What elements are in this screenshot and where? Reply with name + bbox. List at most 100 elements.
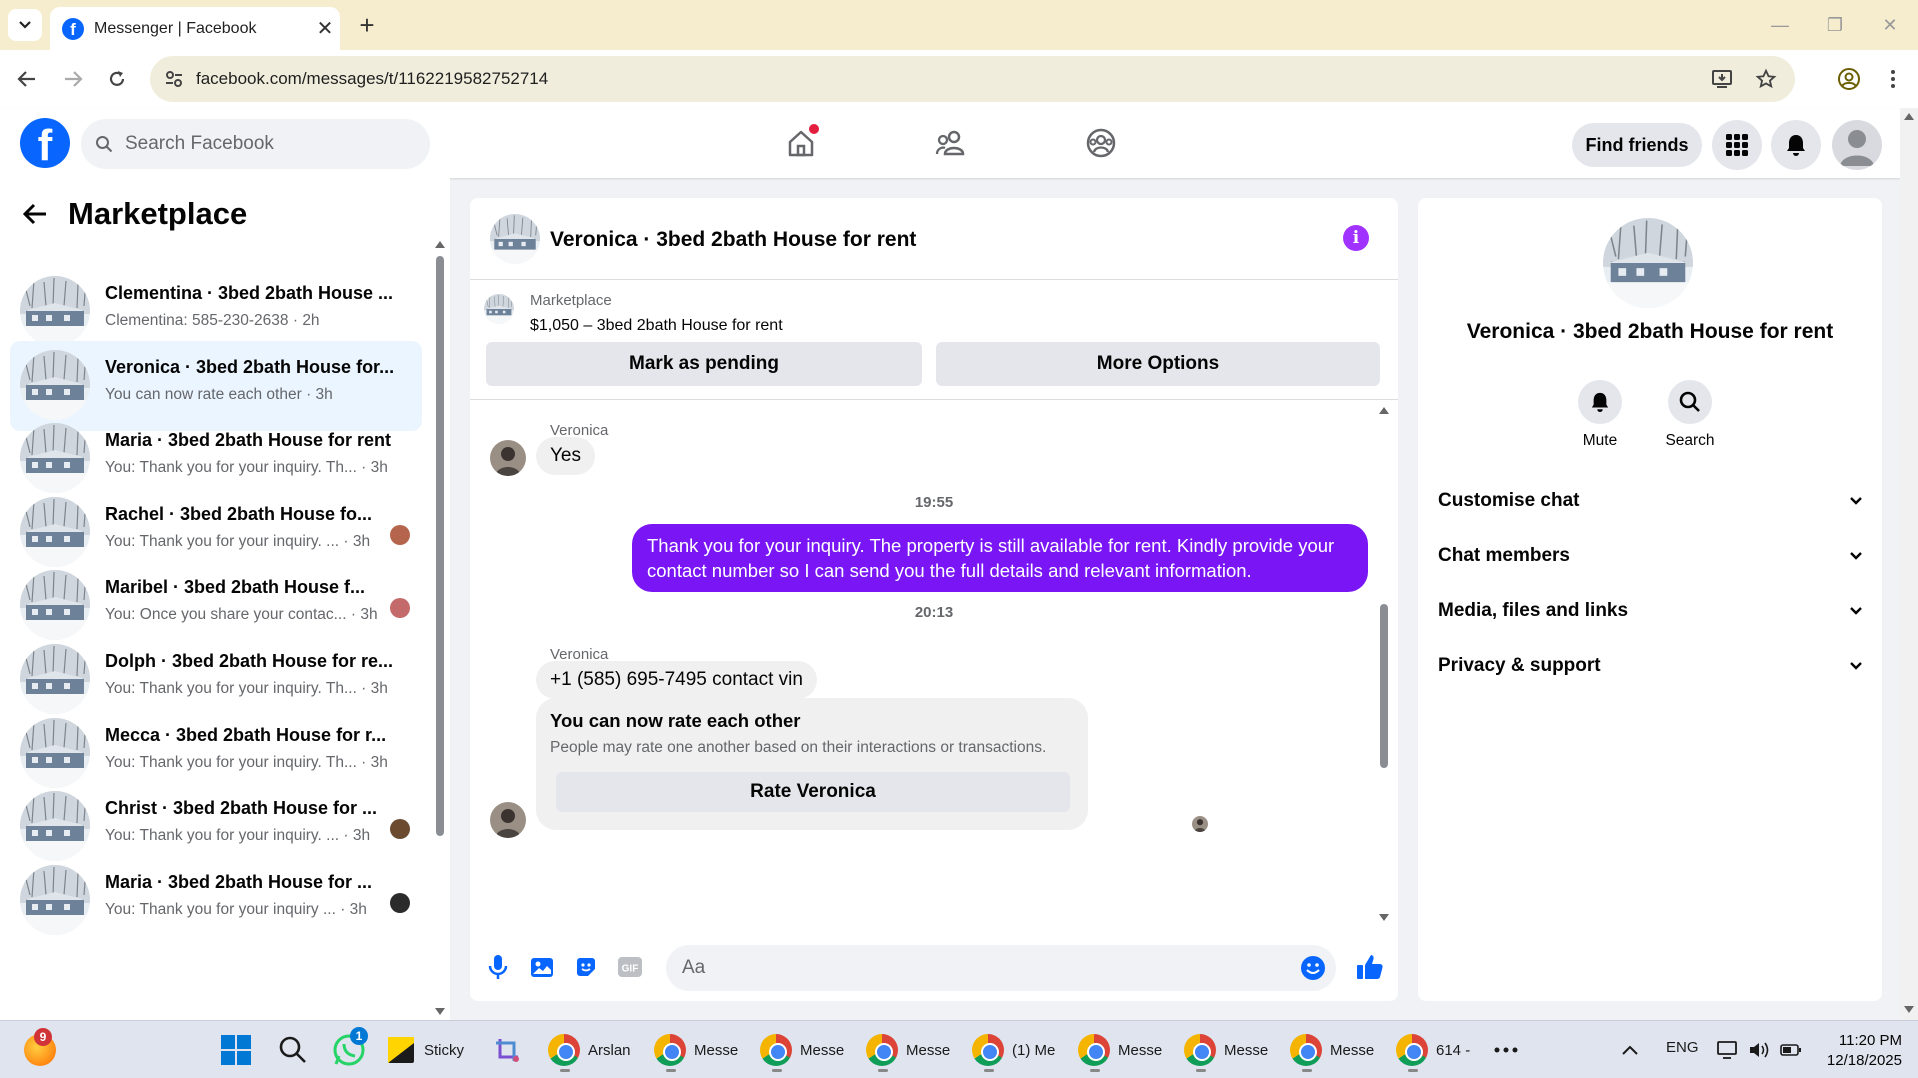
system-tray-icons[interactable] bbox=[1716, 1030, 1802, 1070]
menu-grid-button[interactable] bbox=[1712, 120, 1762, 170]
taskbar-chrome-arslan[interactable]: Arslan bbox=[548, 1030, 631, 1072]
conversation-preview: You: Thank you for your inquiry ... · 3h bbox=[105, 900, 367, 918]
taskbar-overflow-button[interactable] bbox=[1494, 1030, 1518, 1070]
active-indicator bbox=[1196, 1069, 1206, 1072]
chat-scrollbar[interactable] bbox=[1377, 404, 1391, 922]
more-options-button[interactable]: More Options bbox=[936, 342, 1380, 386]
taskbar-sticky-notes[interactable]: Sticky bbox=[386, 1030, 464, 1070]
chat-members-section[interactable]: Chat members bbox=[1438, 536, 1862, 576]
find-friends-button[interactable]: Find friends bbox=[1572, 123, 1702, 167]
message-input-box[interactable] bbox=[666, 945, 1336, 991]
minimize-icon[interactable]: — bbox=[1760, 10, 1800, 40]
page-scrollbar[interactable] bbox=[1900, 108, 1918, 1020]
groups-nav-button[interactable] bbox=[1078, 120, 1124, 166]
incoming-message[interactable]: Yes bbox=[536, 437, 595, 475]
search-in-conversation-button[interactable] bbox=[1668, 380, 1712, 424]
search-action[interactable]: Search bbox=[1650, 380, 1730, 450]
section-label: Media, files and links bbox=[1438, 600, 1629, 621]
sender-avatar[interactable] bbox=[490, 802, 526, 838]
sidebar-scrollbar[interactable] bbox=[434, 238, 446, 1018]
new-tab-button[interactable]: + bbox=[352, 10, 382, 40]
back-arrow-icon[interactable] bbox=[22, 203, 48, 225]
more-horizontal-icon bbox=[1494, 1047, 1518, 1053]
listing-thumbnail bbox=[20, 349, 90, 420]
start-button[interactable] bbox=[220, 1030, 252, 1070]
language-indicator[interactable]: ENG bbox=[1666, 1039, 1699, 1056]
voice-clip-button[interactable] bbox=[484, 953, 512, 981]
conversation-name: Maria · 3bed 2bath House for rent bbox=[105, 430, 392, 451]
outgoing-message[interactable]: Thank you for your inquiry. The property… bbox=[632, 524, 1368, 592]
browser-toolbar: facebook.com/messages/t/1162219582752714 bbox=[0, 50, 1918, 108]
scroll-down-arrow-icon bbox=[435, 1008, 445, 1015]
reload-button[interactable] bbox=[100, 62, 134, 96]
taskbar-chrome-messenger-5[interactable]: Messe bbox=[1078, 1030, 1162, 1072]
sticker-button[interactable] bbox=[572, 953, 600, 981]
taskbar-chrome-614[interactable]: 614 - bbox=[1396, 1030, 1470, 1072]
taskbar-whatsapp[interactable]: 1 bbox=[332, 1027, 368, 1070]
privacy-support-section[interactable]: Privacy & support bbox=[1438, 646, 1862, 686]
scroll-down-arrow-icon bbox=[1379, 914, 1389, 921]
listing-price[interactable]: $1,050 – 3bed 2bath House for rent bbox=[530, 317, 783, 335]
attach-photo-button[interactable] bbox=[528, 953, 556, 981]
close-tab-icon[interactable]: ✕ bbox=[310, 16, 340, 41]
show-hidden-icons-button[interactable] bbox=[1622, 1030, 1638, 1070]
chrome-menu-button[interactable] bbox=[1876, 62, 1910, 96]
notifications-button[interactable] bbox=[1771, 120, 1821, 170]
taskbar-chrome-messenger-4[interactable]: (1) Me bbox=[972, 1030, 1055, 1072]
system-clock[interactable]: 11:20 PM 12/18/2025 bbox=[1812, 1031, 1902, 1071]
sidebar-scroll-thumb[interactable] bbox=[436, 256, 444, 836]
mute-action[interactable]: Mute bbox=[1560, 380, 1640, 450]
details-avatar[interactable] bbox=[1603, 218, 1693, 308]
taskbar-chrome-messenger-3[interactable]: Messe bbox=[866, 1030, 950, 1072]
sidebar-header: Marketplace bbox=[22, 196, 247, 232]
conversation-preview: You can now rate each other · 3h bbox=[105, 385, 333, 403]
back-button[interactable] bbox=[10, 62, 44, 96]
chat-scroll-thumb[interactable] bbox=[1380, 604, 1388, 768]
like-button[interactable] bbox=[1354, 951, 1386, 983]
bookmark-star-icon bbox=[1755, 68, 1777, 89]
sender-avatar[interactable] bbox=[490, 440, 526, 476]
taskbar-chrome-messenger-1[interactable]: Messe bbox=[654, 1030, 738, 1072]
info-icon[interactable]: i bbox=[1343, 225, 1369, 251]
close-window-icon[interactable]: ✕ bbox=[1870, 10, 1910, 40]
chrome-profile-button[interactable] bbox=[1832, 62, 1866, 96]
taskbar-browser-app[interactable]: 9 bbox=[24, 1028, 56, 1070]
facebook-favicon-icon: f bbox=[62, 17, 84, 40]
listing-thumbnail bbox=[20, 644, 90, 714]
taskbar-chrome-messenger-7[interactable]: Messe bbox=[1290, 1030, 1374, 1072]
tab-list-button[interactable] bbox=[8, 9, 42, 41]
gif-button[interactable]: GIF bbox=[616, 953, 644, 981]
conversation-preview: You: Once you share your contac... · 3h bbox=[105, 606, 378, 624]
chevron-down-icon bbox=[19, 21, 31, 29]
friends-nav-button[interactable] bbox=[928, 120, 974, 166]
forward-button[interactable] bbox=[56, 62, 90, 96]
mute-button[interactable] bbox=[1578, 380, 1622, 424]
taskbar-chrome-messenger-2[interactable]: Messe bbox=[760, 1030, 844, 1072]
sticky-notes-icon bbox=[388, 1037, 414, 1063]
rate-veronica-button[interactable]: Rate Veronica bbox=[556, 772, 1070, 812]
restore-icon[interactable]: ❐ bbox=[1815, 10, 1855, 40]
listing-thumbnail[interactable] bbox=[484, 294, 514, 324]
facebook-search-input[interactable] bbox=[125, 133, 405, 155]
incoming-message[interactable]: +1 (585) 695-7495 contact vin bbox=[536, 661, 817, 699]
chat-title[interactable]: Veronica · 3bed 2bath House for rent bbox=[550, 228, 916, 252]
conversation-name: Rachel · 3bed 2bath House fo... bbox=[105, 503, 373, 524]
facebook-search-box[interactable] bbox=[81, 119, 430, 169]
taskbar-snipping-tool[interactable] bbox=[494, 1030, 524, 1070]
rate-card-subtext: People may rate one another based on the… bbox=[550, 739, 1047, 756]
taskbar-search-button[interactable] bbox=[278, 1030, 308, 1070]
message-input[interactable] bbox=[682, 957, 1262, 979]
facebook-logo-icon[interactable]: f bbox=[20, 118, 70, 168]
chat-avatar[interactable] bbox=[490, 214, 540, 264]
message-thread: Veronica Yes 19:55 Thank you for your in… bbox=[470, 400, 1398, 930]
customise-chat-section[interactable]: Customise chat bbox=[1438, 481, 1862, 521]
profile-avatar[interactable] bbox=[1832, 120, 1882, 170]
home-nav-button[interactable] bbox=[778, 120, 824, 166]
conversation-row[interactable]: Maria · 3bed 2bath House for ... You: Tha… bbox=[10, 856, 422, 946]
mark-as-pending-button[interactable]: Mark as pending bbox=[486, 342, 922, 386]
microphone-icon bbox=[488, 955, 508, 979]
media-files-links-section[interactable]: Media, files and links bbox=[1438, 591, 1862, 631]
taskbar-chrome-messenger-6[interactable]: Messe bbox=[1184, 1030, 1268, 1072]
address-bar[interactable]: facebook.com/messages/t/1162219582752714 bbox=[150, 56, 1795, 102]
browser-tab-messenger[interactable]: f Messenger | Facebook ✕ bbox=[50, 7, 340, 50]
